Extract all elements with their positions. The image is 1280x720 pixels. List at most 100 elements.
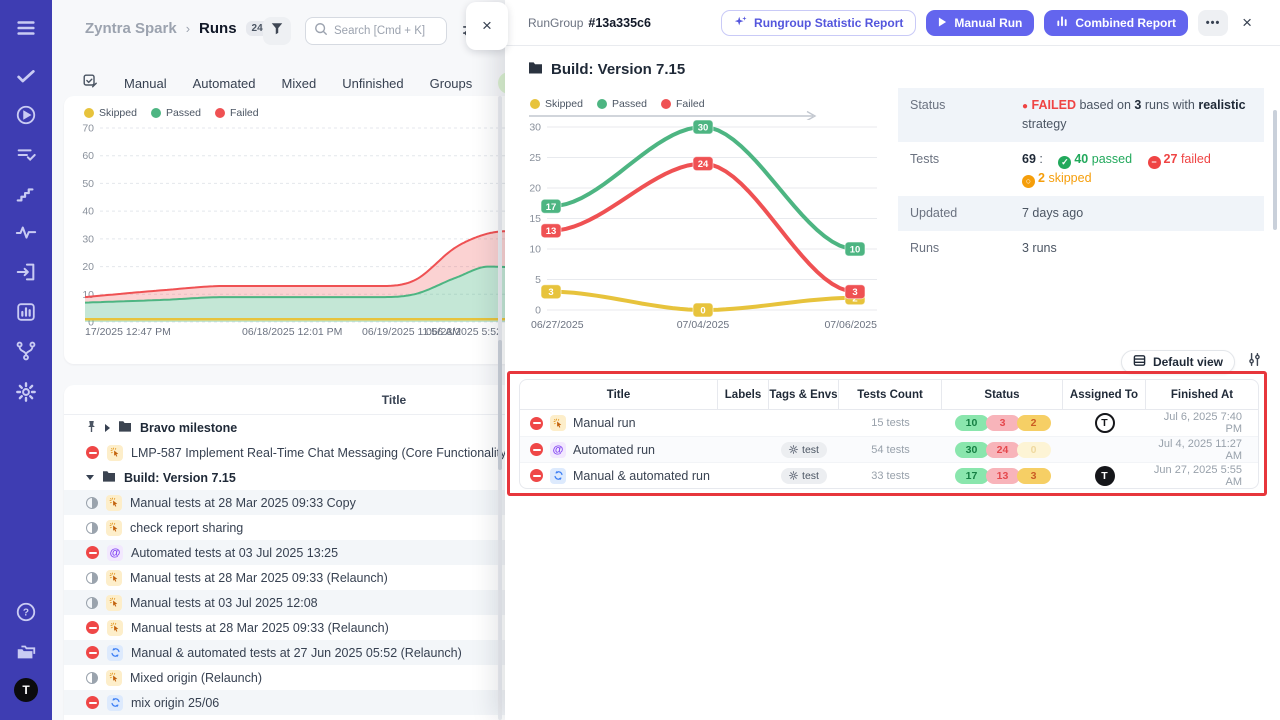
failed-status-icon (530, 469, 543, 482)
legend-item-failed: Failed (215, 107, 259, 119)
rungroup-details: Status ● FAILED based on 3 runs with rea… (898, 88, 1264, 266)
analytics-icon[interactable] (14, 300, 38, 324)
table-row[interactable]: Manual run15 tests1032TJul 6, 2025 7:40 … (520, 410, 1258, 436)
detail-row-status: Status ● FAILED based on 3 runs with rea… (898, 88, 1264, 142)
tasks-check-icon[interactable] (14, 64, 38, 88)
run-title: mix origin 25/06 (131, 696, 219, 710)
run-title-cell[interactable]: @Automated run (520, 442, 718, 458)
table-row[interactable]: Manual & automated runtest33 tests17133T… (520, 462, 1258, 488)
manual-run-label: Manual Run (954, 16, 1022, 30)
tab-mixed[interactable]: Mixed (282, 76, 317, 91)
run-title-cell[interactable]: Manual run (520, 415, 718, 431)
tab-unfinished[interactable]: Unfinished (342, 76, 403, 91)
in-progress-status-icon (86, 497, 98, 509)
rungroup-drawer: RunGroup #13a335c6 Rungroup Statistic Re… (505, 0, 1280, 720)
drawer-close-button[interactable]: × (466, 2, 508, 50)
more-actions-button[interactable]: ••• (1198, 10, 1228, 36)
svg-text:40: 40 (82, 206, 94, 218)
tests-label: Tests (910, 150, 1022, 189)
column-header-assigned-to[interactable]: Assigned To (1063, 380, 1146, 410)
column-header-status[interactable]: Status (942, 380, 1063, 410)
progress-steps-icon[interactable] (14, 182, 38, 206)
search-icon (314, 22, 328, 41)
failed-status-icon (86, 646, 99, 659)
statistic-report-button[interactable]: Rungroup Statistic Report (721, 10, 916, 36)
manual-run-button[interactable]: Manual Run (926, 10, 1034, 36)
table-row[interactable]: @Automated runtest54 tests30240Jul 4, 20… (520, 436, 1258, 462)
folder-icon (118, 420, 132, 435)
chevron-down-icon[interactable] (86, 475, 94, 480)
svg-text:70: 70 (82, 123, 94, 135)
drawer-close-x[interactable]: × (1238, 13, 1256, 33)
column-header-finished-at[interactable]: Finished At (1146, 380, 1258, 410)
failed-status-icon (86, 446, 99, 459)
user-avatar[interactable]: T (14, 678, 38, 702)
legend-dot (215, 108, 225, 118)
skipped-pill: 0 (1017, 442, 1051, 458)
select-all-icon[interactable] (82, 73, 98, 94)
column-header-labels[interactable]: Labels (718, 380, 769, 410)
search-input[interactable] (334, 25, 434, 37)
menu-icon[interactable] (14, 16, 38, 40)
column-header-tags-envs[interactable]: Tags & Envs (769, 380, 839, 410)
default-view-button[interactable]: Default view (1121, 350, 1235, 374)
breadcrumb: Zyntra Spark › Runs 243 (85, 20, 274, 37)
in-progress-status-icon (86, 572, 98, 584)
default-view-label: Default view (1153, 355, 1223, 369)
import-icon[interactable] (14, 260, 38, 284)
chevron-right-icon[interactable] (105, 424, 110, 432)
table-header-row: TitleLabelsTags & EnvsTests CountStatusA… (520, 380, 1258, 410)
settings-gear-icon[interactable] (14, 380, 38, 404)
failed-pill: 24 (986, 442, 1020, 458)
finished-at-cell: Jul 4, 2025 11:27 AM (1146, 438, 1258, 462)
breadcrumb-project[interactable]: Zyntra Spark (85, 20, 177, 37)
sparkles-icon (734, 15, 747, 31)
scrollbar[interactable] (498, 96, 502, 720)
manual-run-icon (106, 670, 122, 686)
column-header-title[interactable]: Title (520, 380, 718, 410)
pulse-activity-icon[interactable] (14, 221, 38, 245)
legend-label: Skipped (99, 107, 137, 119)
projects-folders-icon[interactable] (14, 640, 38, 664)
svg-text:30: 30 (82, 233, 94, 245)
manual-run-icon (106, 520, 122, 536)
svg-text:30: 30 (529, 122, 541, 134)
close-icon: × (482, 16, 492, 36)
finished-at-cell: Jun 27, 2025 5:55 AM (1146, 464, 1258, 488)
run-title: Manual tests at 28 Mar 2025 09:33 Copy (130, 496, 356, 510)
failed-status-icon (86, 696, 99, 709)
status-label: Status (910, 96, 1022, 134)
svg-text:20: 20 (529, 183, 541, 195)
tab-automated[interactable]: Automated (193, 76, 256, 91)
assignee-avatar[interactable]: T (1095, 413, 1115, 433)
tests-count-cell: 54 tests (839, 444, 942, 456)
table-settings-icon[interactable] (1247, 352, 1262, 372)
tag-pill[interactable]: test (781, 468, 827, 484)
tab-manual[interactable]: Manual (124, 76, 167, 91)
svg-text:60: 60 (82, 150, 94, 162)
tests-count-cell: 33 tests (839, 470, 942, 482)
scrollbar-thumb[interactable] (498, 340, 502, 470)
svg-text:0: 0 (535, 305, 541, 317)
assignee-avatar[interactable]: T (1095, 466, 1115, 486)
tag-pill[interactable]: test (781, 442, 827, 458)
avatar-initial: T (14, 678, 38, 702)
help-icon[interactable]: ? (14, 600, 38, 624)
run-title: Automated run (573, 443, 655, 457)
passed-pill: 17 (955, 468, 989, 484)
svg-text:3: 3 (548, 287, 553, 298)
test-plans-icon[interactable] (14, 143, 38, 167)
column-header-tests-count[interactable]: Tests Count (839, 380, 942, 410)
search-box[interactable] (305, 17, 447, 45)
funnel-icon (270, 21, 284, 41)
manual-run-icon (107, 620, 123, 636)
drawer-scrollbar-thumb[interactable] (1273, 110, 1277, 230)
runs-play-icon[interactable] (14, 103, 38, 127)
svg-text:07/06/2025: 07/06/2025 (824, 319, 877, 331)
tab-groups[interactable]: Groups (430, 76, 473, 91)
filter-button[interactable] (263, 17, 291, 45)
run-title-cell[interactable]: Manual & automated run (520, 468, 718, 484)
branches-icon[interactable] (14, 339, 38, 363)
combined-report-button[interactable]: Combined Report (1044, 10, 1188, 36)
drawer-header: RunGroup #13a335c6 Rungroup Statistic Re… (505, 0, 1280, 46)
